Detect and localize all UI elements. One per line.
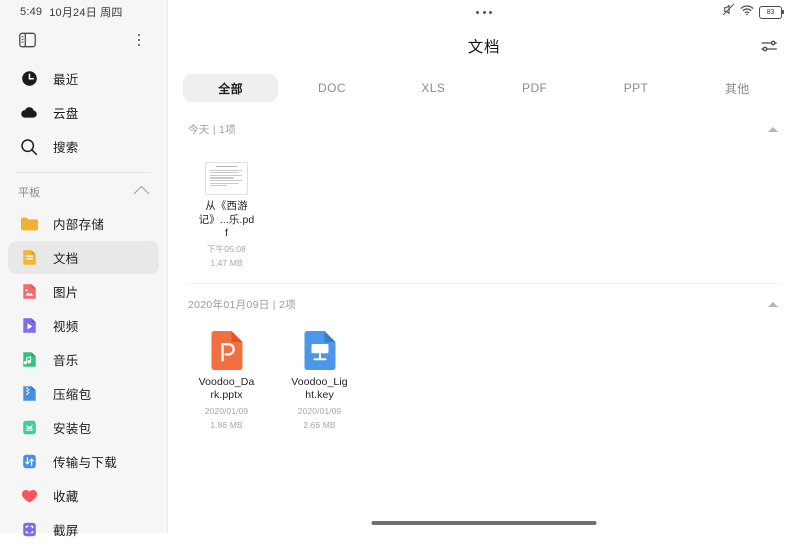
apk-icon: [18, 417, 40, 439]
sidebar-item-transfer[interactable]: 传输与下载: [8, 445, 159, 478]
battery-icon: 83: [759, 5, 785, 19]
section-label: 2020年01月09日 | 2项: [188, 299, 296, 311]
sidebar-group-tablet[interactable]: 平板: [0, 177, 167, 207]
search-icon: [18, 136, 40, 158]
sidebar-item-internal-storage[interactable]: 内部存储: [8, 207, 159, 240]
archive-icon: [18, 383, 40, 405]
page-title: 文档: [467, 39, 501, 56]
section-divider: [188, 282, 780, 284]
file-grid-20200109: Voodoo_Dark.pptx 2020/01/09 1.86 MB Vood…: [168, 318, 800, 441]
sidebar-item-documents[interactable]: 文档: [8, 241, 159, 274]
video-icon: [18, 315, 40, 337]
file-size: 1.47 MB: [210, 257, 243, 268]
status-bar-right: 83: [168, 0, 800, 24]
file-item[interactable]: 从《西游记》...乐.pdf 下午05:08 1.47 MB: [180, 146, 273, 279]
mute-icon: [722, 3, 735, 21]
sidebar-divider: [16, 172, 151, 173]
more-vertical-icon[interactable]: [129, 30, 149, 50]
file-size: 2.66 MB: [303, 419, 336, 430]
sidebar-item-recent[interactable]: 最近: [8, 62, 159, 95]
status-clock: 5:49: [20, 6, 43, 18]
screenshot-icon: [18, 519, 40, 541]
sidebar-item-favorites[interactable]: 收藏: [8, 479, 159, 512]
tab-other[interactable]: 其他: [690, 74, 785, 102]
sidebar-item-label: 最近: [53, 73, 79, 87]
file-grid-today: 从《西游记》...乐.pdf 下午05:08 1.47 MB: [168, 142, 800, 279]
status-date: 10月24日 周四: [49, 7, 123, 19]
more-horizontal-icon[interactable]: [476, 10, 492, 14]
file-time: 2020/01/09: [297, 405, 342, 416]
battery-level: 83: [766, 8, 775, 16]
sidebar-storage-list: 内部存储 文档 图片 视频 音乐 压缩包 安装包 传输与下载 收藏 截屏: [0, 207, 167, 546]
file-time: 2020/01/09: [204, 405, 249, 416]
clock-icon: [18, 68, 40, 90]
pptx-file-icon: [204, 328, 249, 371]
file-item[interactable]: Voodoo_Light.key 2020/01/09 2.66 MB: [273, 322, 366, 441]
music-icon: [18, 349, 40, 371]
sidebar-item-label: 云盘: [53, 107, 79, 121]
sidebar-item-label: 截屏: [53, 524, 79, 538]
section-header-today[interactable]: 今天 | 1项: [168, 116, 800, 142]
sidebar-toggle-icon[interactable]: [16, 29, 38, 51]
file-list: 今天 | 1项 从《西游记》...乐.pdf 下午05:08 1.47 MB 2…: [168, 108, 800, 533]
image-icon: [18, 281, 40, 303]
file-manager-screen: 5:49 10月24日 周四 最近 云盘 搜索 平板 内部存储 文档 图片 视频…: [0, 0, 800, 538]
file-name: 从《西游记》...乐.pdf: [198, 200, 255, 239]
file-item[interactable]: Voodoo_Dark.pptx 2020/01/09 1.86 MB: [180, 322, 273, 441]
main-panel: 83 文档 全部 DOC XLS PDF PPT 其他 今天 | 1项 从《西游…: [168, 0, 800, 533]
sidebar-item-label: 搜索: [53, 141, 79, 155]
sidebar-item-apk[interactable]: 安装包: [8, 411, 159, 444]
sidebar-item-search[interactable]: 搜索: [8, 130, 159, 163]
file-time: 下午05:08: [207, 243, 246, 254]
section-label: 今天 | 1项: [188, 123, 237, 136]
tab-xls[interactable]: XLS: [386, 74, 481, 102]
cloud-icon: [18, 102, 40, 124]
sidebar-item-label: 视频: [53, 320, 79, 334]
file-type-tabs: 全部 DOC XLS PDF PPT 其他: [168, 68, 800, 108]
chevron-up-icon[interactable]: [133, 185, 150, 202]
sidebar: 5:49 10月24日 周四 最近 云盘 搜索 平板 内部存储 文档 图片 视频…: [0, 0, 168, 538]
tab-pdf[interactable]: PDF: [487, 74, 582, 102]
sidebar-item-label: 文档: [53, 252, 79, 266]
transfer-icon: [18, 451, 40, 473]
collapse-caret-icon[interactable]: [768, 302, 778, 307]
file-name: Voodoo_Dark.pptx: [198, 375, 255, 402]
sidebar-item-music[interactable]: 音乐: [8, 343, 159, 376]
tab-all[interactable]: 全部: [183, 74, 279, 102]
sidebar-group-label: 平板: [18, 187, 41, 199]
tab-doc[interactable]: DOC: [284, 74, 379, 102]
sidebar-item-label: 内部存储: [53, 218, 105, 232]
title-bar: 文档: [168, 24, 800, 68]
status-icon-tray: 83: [722, 3, 790, 21]
pdf-document-thumbnail: [204, 152, 249, 195]
sidebar-item-videos[interactable]: 视频: [8, 309, 159, 342]
sidebar-item-screenshots[interactable]: 截屏: [8, 513, 159, 546]
file-name: Voodoo_Light.key: [291, 375, 348, 402]
sidebar-item-label: 安装包: [53, 422, 92, 436]
sidebar-item-label: 传输与下载: [53, 456, 118, 470]
status-bar-left: 5:49 10月24日 周四: [0, 0, 167, 24]
sidebar-item-images[interactable]: 图片: [8, 275, 159, 308]
sidebar-item-label: 图片: [53, 286, 79, 300]
home-indicator[interactable]: [371, 521, 597, 525]
collapse-caret-icon[interactable]: [768, 126, 778, 132]
file-size: 1.86 MB: [210, 419, 243, 430]
section-header-20200109[interactable]: 2020年01月09日 | 2项: [168, 292, 800, 318]
sidebar-quick-list: 最近 云盘 搜索: [0, 56, 167, 163]
sidebar-item-label: 收藏: [53, 490, 79, 504]
sidebar-item-label: 压缩包: [53, 388, 92, 402]
sort-filter-icon[interactable]: [756, 33, 782, 59]
tab-ppt[interactable]: PPT: [588, 74, 683, 102]
sidebar-item-label: 音乐: [53, 354, 79, 368]
keynote-file-icon: [297, 328, 342, 371]
sidebar-toolbar: [0, 24, 167, 56]
sidebar-item-cloud[interactable]: 云盘: [8, 96, 159, 129]
wifi-icon: [740, 3, 754, 21]
heart-icon: [18, 485, 40, 507]
folder-icon: [18, 213, 40, 235]
document-icon: [18, 247, 40, 269]
sidebar-item-archives[interactable]: 压缩包: [8, 377, 159, 410]
